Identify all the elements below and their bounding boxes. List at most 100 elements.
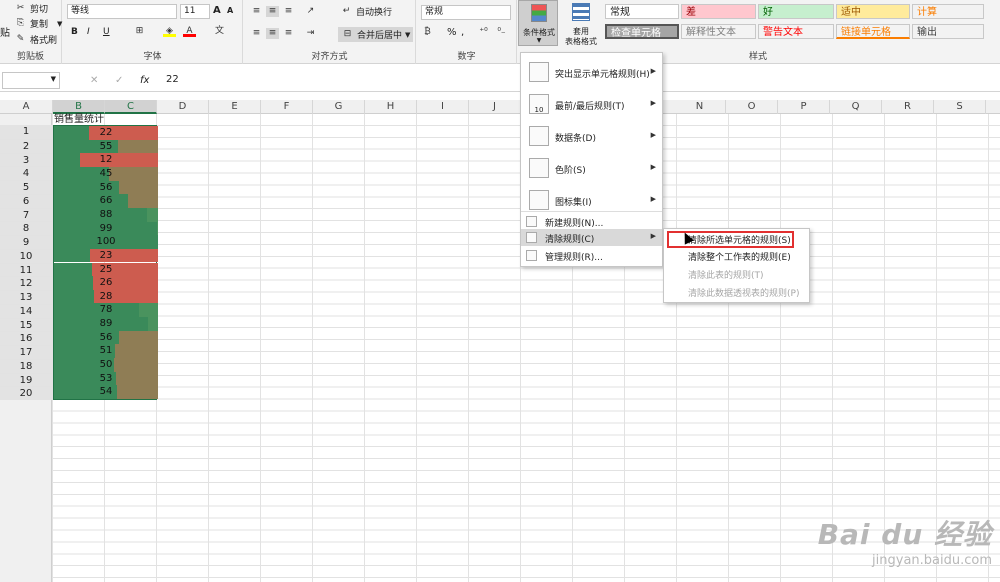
- row-header-20[interactable]: 20: [0, 386, 52, 400]
- data-row[interactable]: 28: [54, 289, 158, 304]
- menu-item-new-rule[interactable]: 新建规则(N)...: [521, 213, 662, 230]
- merge-center-button[interactable]: ⊟ 合并后居中 ▼: [338, 27, 414, 42]
- name-box[interactable]: ▼: [2, 72, 60, 89]
- phonetic-button[interactable]: 文: [213, 26, 226, 37]
- cell-style-9[interactable]: 输出: [912, 24, 984, 39]
- cell-style-6[interactable]: 解释性文本: [681, 24, 756, 39]
- align-bottom-button[interactable]: ≡: [282, 6, 295, 17]
- copy-button[interactable]: ⎘ 复制 ▼: [14, 17, 63, 30]
- align-right-button[interactable]: ≡: [282, 28, 295, 39]
- column-header-A[interactable]: A: [0, 100, 53, 114]
- decrease-decimal-button[interactable]: ⁰₋: [495, 27, 508, 38]
- border-button[interactable]: ⊞: [133, 26, 146, 37]
- row-header-6[interactable]: 6: [0, 193, 52, 208]
- data-row[interactable]: 23: [54, 248, 158, 263]
- column-header-F[interactable]: F: [261, 100, 313, 114]
- cell-style-0[interactable]: 常规: [605, 4, 679, 19]
- data-row[interactable]: 55: [54, 139, 158, 154]
- insert-function-button[interactable]: fx: [140, 75, 149, 86]
- menu-item-manage-rules[interactable]: 管理规则(R)...: [521, 247, 662, 264]
- clear-rule-item-1[interactable]: 清除整个工作表的规则(E): [688, 250, 791, 263]
- column-header-Q[interactable]: Q: [830, 100, 882, 114]
- format-painter-button[interactable]: ✎ 格式刷: [14, 33, 57, 46]
- cell-style-1[interactable]: 差: [681, 4, 756, 19]
- row-header-11[interactable]: 11: [0, 262, 52, 277]
- align-middle-button[interactable]: ≡: [266, 6, 279, 17]
- row-header-3[interactable]: 3: [0, 152, 52, 167]
- column-header-I[interactable]: I: [417, 100, 469, 114]
- row-header-15[interactable]: 15: [0, 317, 52, 332]
- shrink-font-button[interactable]: A: [227, 6, 233, 15]
- data-row[interactable]: 53: [54, 371, 158, 386]
- bold-button[interactable]: B: [71, 27, 78, 37]
- column-header-O[interactable]: O: [726, 100, 778, 114]
- cell-style-5[interactable]: 检查单元格: [605, 24, 679, 39]
- data-row[interactable]: 99: [54, 221, 158, 236]
- indent-button[interactable]: ⇥: [304, 28, 317, 39]
- font-color-button[interactable]: A: [183, 26, 196, 37]
- font-name-select[interactable]: 等线: [67, 4, 177, 19]
- cut-button[interactable]: ✂ 剪切: [14, 2, 48, 15]
- column-header-S[interactable]: S: [934, 100, 986, 114]
- row-header-5[interactable]: 5: [0, 180, 52, 194]
- cell-style-4[interactable]: 计算: [912, 4, 984, 19]
- column-header-P[interactable]: P: [778, 100, 830, 114]
- menu-item-highlight-rules[interactable]: 突出显示单元格规则(H) ▶: [521, 57, 662, 87]
- data-row[interactable]: 54: [54, 385, 158, 399]
- data-row[interactable]: 12: [54, 153, 158, 167]
- selected-range[interactable]: 22 55 12 45 56 66 88 99 100 23 25 26 28 78 89 56 51 50 53 5…: [53, 125, 158, 400]
- row-header-10[interactable]: 10: [0, 248, 52, 263]
- data-row[interactable]: 45: [54, 166, 158, 181]
- row-header-14[interactable]: 14: [0, 303, 52, 318]
- align-left-button[interactable]: ≡: [250, 28, 263, 39]
- data-row[interactable]: 50: [54, 358, 158, 372]
- row-header-17[interactable]: 17: [0, 345, 52, 359]
- increase-decimal-button[interactable]: ⁺⁰: [477, 27, 490, 38]
- number-format-select[interactable]: 常规: [421, 5, 511, 20]
- row-header-2[interactable]: 2: [0, 138, 52, 153]
- row-header-18[interactable]: 18: [0, 358, 52, 373]
- data-row[interactable]: 22: [54, 126, 158, 140]
- orientation-button[interactable]: ↗: [304, 6, 317, 17]
- column-header-H[interactable]: H: [365, 100, 417, 114]
- data-row[interactable]: 51: [54, 344, 158, 359]
- accounting-button[interactable]: ₿: [421, 27, 434, 38]
- italic-button[interactable]: I: [87, 27, 90, 37]
- grow-font-button[interactable]: A: [213, 5, 221, 16]
- row-header-1[interactable]: 1: [0, 125, 52, 139]
- data-row[interactable]: 78: [54, 303, 158, 318]
- cell-style-7[interactable]: 警告文本: [758, 24, 834, 39]
- row-header-9[interactable]: 9: [0, 235, 52, 249]
- data-row[interactable]: 26: [54, 276, 158, 290]
- row-header-7[interactable]: 7: [0, 207, 52, 222]
- percent-button[interactable]: %: [447, 27, 457, 38]
- row-header-12[interactable]: 12: [0, 276, 52, 290]
- column-header-R[interactable]: R: [882, 100, 934, 114]
- cell-style-8[interactable]: 链接单元格: [836, 24, 910, 39]
- conditional-format-button[interactable]: 条件格式 ▼: [518, 0, 558, 46]
- enter-button[interactable]: ✓: [115, 75, 123, 86]
- font-size-select[interactable]: 11: [180, 4, 210, 19]
- align-center-button[interactable]: ≡: [266, 28, 279, 39]
- format-as-table-button[interactable]: 套用 表格格式: [560, 0, 602, 46]
- row-header-4[interactable]: 4: [0, 166, 52, 180]
- row-header-16[interactable]: 16: [0, 331, 52, 345]
- data-row[interactable]: 88: [54, 207, 158, 222]
- row-header-19[interactable]: 19: [0, 372, 52, 387]
- column-header-E[interactable]: E: [209, 100, 261, 114]
- cell-style-3[interactable]: 适中: [836, 4, 910, 19]
- data-row[interactable]: 89: [54, 317, 158, 331]
- wrap-text-button[interactable]: ↵ 自动换行: [340, 5, 392, 18]
- column-header-J[interactable]: J: [469, 100, 521, 114]
- column-header-D[interactable]: D: [157, 100, 209, 114]
- data-row[interactable]: 56: [54, 180, 158, 195]
- data-row[interactable]: 25: [54, 262, 158, 277]
- cancel-button[interactable]: ✕: [90, 75, 98, 86]
- column-header-B[interactable]: B: [53, 100, 105, 114]
- data-row[interactable]: 66: [54, 194, 158, 208]
- data-row[interactable]: 100: [54, 235, 158, 249]
- align-top-button[interactable]: ≡: [250, 6, 263, 17]
- menu-item-data-bars[interactable]: 数据条(D) ▶: [521, 121, 662, 151]
- data-row[interactable]: 56: [54, 330, 158, 345]
- column-header-N[interactable]: N: [674, 100, 726, 114]
